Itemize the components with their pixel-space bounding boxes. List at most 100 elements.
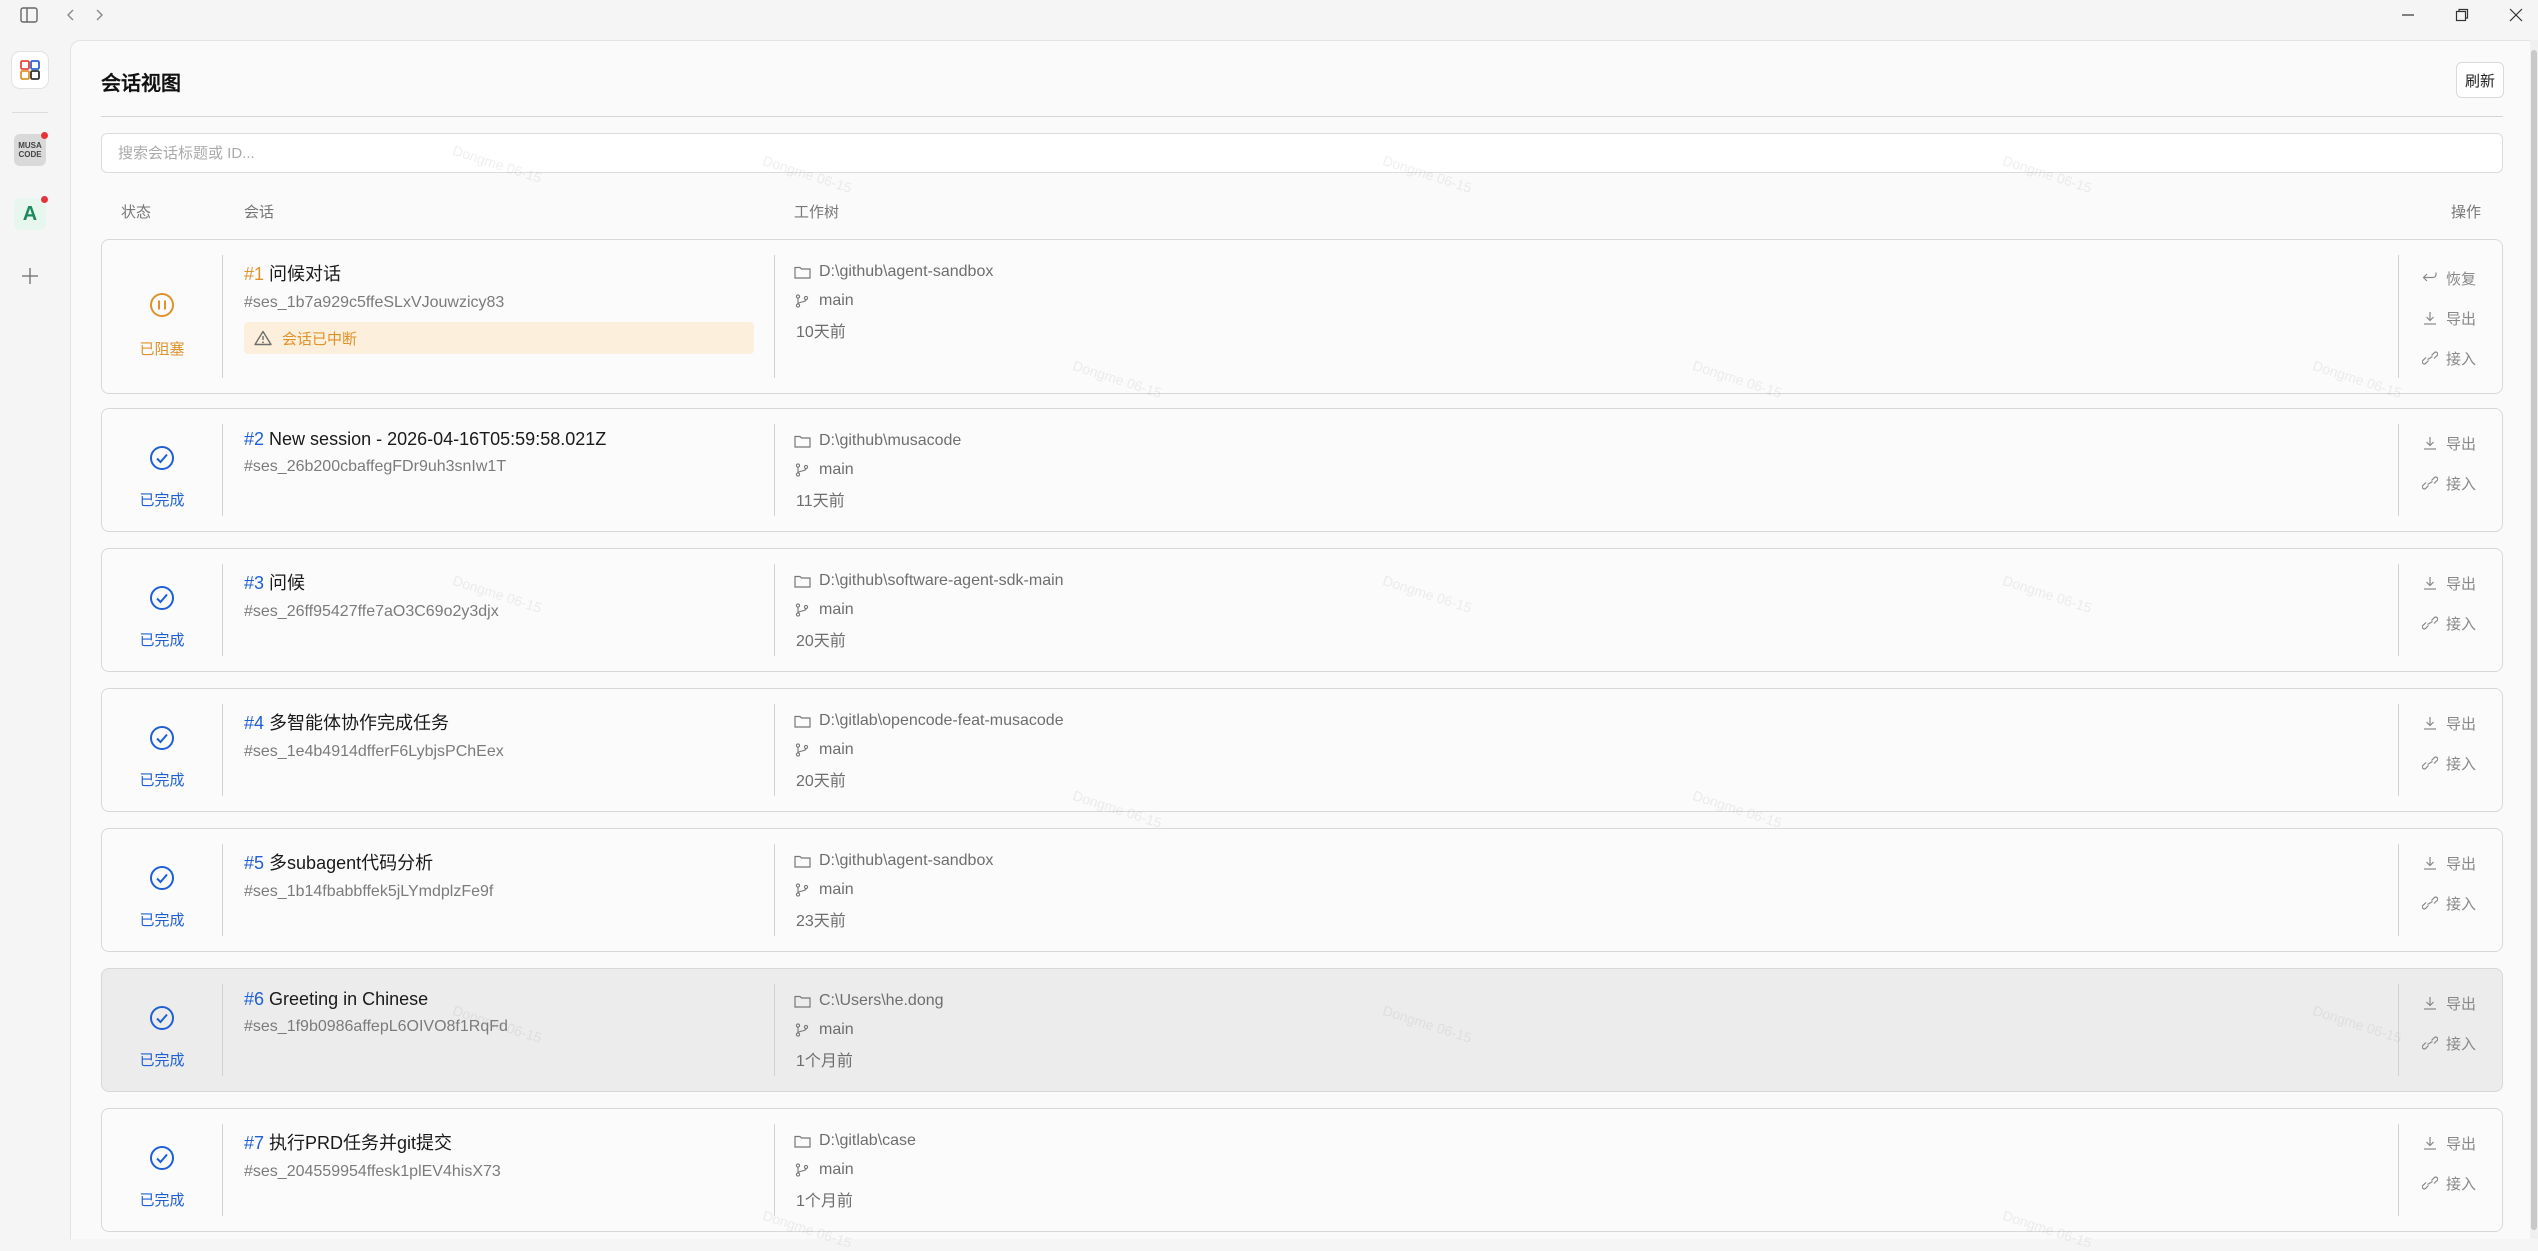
worktree-path: D:\github\agent-sandbox	[819, 852, 994, 869]
attach-button[interactable]: 接入	[2422, 473, 2476, 493]
check-circle-icon	[150, 586, 174, 610]
worktree-info: C:\Users\he.dong main 1个月前	[794, 991, 944, 1078]
window-titlebar	[0, 0, 2538, 30]
grid-apps-icon[interactable]	[12, 52, 48, 88]
download-icon	[2424, 857, 2436, 870]
git-branch-icon	[795, 883, 809, 897]
folder-icon	[794, 435, 811, 448]
status-cell: 已完成	[102, 969, 222, 1091]
session-card[interactable]: 已完成 #7 执行PRD任务并git提交 #ses_204559954ffesk1p…	[101, 1108, 2503, 1232]
session-card[interactable]: 已完成 #2 New session - 2026-04-16T05:59:58.…	[101, 408, 2503, 532]
session-card[interactable]: 已完成 #5 多subagent代码分析 #ses_1b14fbabbffek5jL…	[101, 828, 2503, 952]
export-button[interactable]: 导出	[2422, 1133, 2476, 1153]
session-info: #4 多智能体协作完成任务 #ses_1e4b4914dfferF6LybjsPC…	[244, 709, 504, 761]
status-cell: 已完成	[102, 829, 222, 951]
export-button[interactable]: 导出	[2422, 573, 2476, 593]
worktree-path: C:\Users\he.dong	[819, 992, 944, 1009]
minimize-icon[interactable]	[2394, 2, 2422, 28]
last-active-time: 20天前	[796, 633, 846, 650]
session-title: #1 问候对话	[244, 264, 342, 284]
back-icon[interactable]	[60, 2, 80, 28]
folder-icon	[794, 995, 811, 1008]
action-group: 导出 接入	[2422, 433, 2476, 513]
session-id: #ses_1e4b4914dfferF6LybjsPChEex	[244, 743, 504, 760]
a-app-icon[interactable]: A	[12, 196, 48, 232]
sidebar-toggle-icon[interactable]	[16, 2, 42, 28]
last-active-time: 11天前	[796, 493, 845, 510]
session-info: #5 多subagent代码分析 #ses_1b14fbabbffek5jLYmd…	[244, 849, 493, 901]
branch-name: main	[819, 881, 854, 898]
status-label: 已完成	[139, 772, 185, 789]
session-number: #7	[244, 1133, 265, 1153]
scrollbar[interactable]	[2530, 40, 2538, 1239]
worktree-info: D:\github\musacode main 11天前	[794, 431, 961, 518]
column-header-session: 会话	[244, 204, 275, 221]
export-button[interactable]: 导出	[2422, 853, 2476, 873]
session-title: #2 New session - 2026-04-16T05:59:58.021…	[244, 429, 607, 449]
worktree-info: D:\github\agent-sandbox main 10天前	[794, 262, 993, 349]
session-info: #7 执行PRD任务并git提交 #ses_204559954ffesk1plEV…	[244, 1129, 501, 1181]
worktree-info: D:\github\agent-sandbox main 23天前	[794, 851, 993, 938]
scrollbar-thumb[interactable]	[2531, 50, 2537, 1230]
worktree-path: D:\github\agent-sandbox	[819, 263, 994, 280]
last-active-time: 10天前	[796, 324, 846, 341]
session-title: #4 多智能体协作完成任务	[244, 713, 450, 733]
session-card[interactable]: 已完成 #6 Greeting in Chinese #ses_1f9b0986af…	[101, 968, 2503, 1092]
forward-icon[interactable]	[90, 2, 110, 28]
export-button[interactable]: 导出	[2422, 993, 2476, 1013]
column-header-status: 状态	[121, 204, 152, 221]
session-card[interactable]: 已阻塞 #1 问候对话 #ses_1b7a929c5ffeSLxVJouwzic…	[101, 239, 2503, 394]
status-label: 已完成	[139, 632, 185, 649]
export-button[interactable]: 导出	[2422, 713, 2476, 733]
attach-button[interactable]: 接入	[2422, 1033, 2476, 1053]
branch-name: main	[819, 601, 854, 618]
return-icon	[2422, 272, 2437, 282]
a-app-letter: A	[22, 202, 38, 225]
git-branch-icon	[795, 294, 809, 308]
warning-icon	[254, 330, 272, 346]
plus-icon[interactable]	[12, 258, 48, 294]
close-icon[interactable]	[2502, 2, 2530, 28]
app-rail: MUSA CODE A	[0, 30, 70, 1239]
branch-name: main	[819, 741, 854, 758]
attach-button[interactable]: 接入	[2422, 348, 2476, 368]
branch-name: main	[819, 1021, 854, 1038]
link-icon	[2422, 476, 2438, 490]
session-id: #ses_26ff95427ffe7aO3C69o2y3djx	[244, 603, 499, 620]
musacode-app-icon[interactable]: MUSA CODE	[12, 132, 48, 168]
status-label: 已完成	[139, 1192, 185, 1209]
action-group: 导出 接入	[2422, 993, 2476, 1073]
session-info: #3 问候 #ses_26ff95427ffe7aO3C69o2y3djx	[244, 569, 499, 621]
worktree-path: D:\github\musacode	[819, 432, 962, 449]
resume-button[interactable]: 恢复	[2422, 268, 2476, 288]
last-active-time: 23天前	[796, 913, 846, 930]
session-id: #ses_1b14fbabbffek5jLYmdplzFe9f	[244, 883, 494, 900]
export-button[interactable]: 导出	[2422, 308, 2476, 328]
session-view-panel: 会话视图 刷新 状态 会话 工作树 操作 已阻塞 #1 问候对话 #ses_1b…	[70, 40, 2538, 1251]
search-input[interactable]	[101, 133, 2503, 173]
session-title: #7 执行PRD任务并git提交	[244, 1133, 453, 1153]
session-info: #1 问候对话 #ses_1b7a929c5ffeSLxVJouwzicy83 …	[244, 260, 754, 354]
branch-name: main	[819, 1161, 854, 1178]
attach-button[interactable]: 接入	[2422, 1173, 2476, 1193]
link-icon	[2422, 896, 2438, 910]
attach-button[interactable]: 接入	[2422, 613, 2476, 633]
session-id: #ses_1b7a929c5ffeSLxVJouwzicy83	[244, 294, 505, 311]
attach-button[interactable]: 接入	[2422, 893, 2476, 913]
notification-badge	[41, 196, 48, 203]
column-header-actions: 操作	[2451, 204, 2482, 221]
session-card[interactable]: 已完成 #3 问候 #ses_26ff95427ffe7aO3C69o2y3djx D…	[101, 548, 2503, 672]
refresh-button[interactable]: 刷新	[2456, 62, 2504, 98]
export-button[interactable]: 导出	[2422, 433, 2476, 453]
restore-icon[interactable]	[2448, 2, 2476, 28]
status-cell: 已完成	[102, 409, 222, 531]
session-card[interactable]: 已完成 #4 多智能体协作完成任务 #ses_1e4b4914dfferF6Lybj…	[101, 688, 2503, 812]
link-icon	[2422, 1036, 2438, 1050]
attach-button[interactable]: 接入	[2422, 753, 2476, 773]
branch-name: main	[819, 461, 854, 478]
last-active-time: 1个月前	[796, 1053, 853, 1070]
session-number: #4	[244, 713, 265, 733]
worktree-path: D:\gitlab\opencode-feat-musacode	[819, 712, 1064, 729]
check-circle-icon	[150, 726, 174, 750]
session-number: #3	[244, 573, 265, 593]
